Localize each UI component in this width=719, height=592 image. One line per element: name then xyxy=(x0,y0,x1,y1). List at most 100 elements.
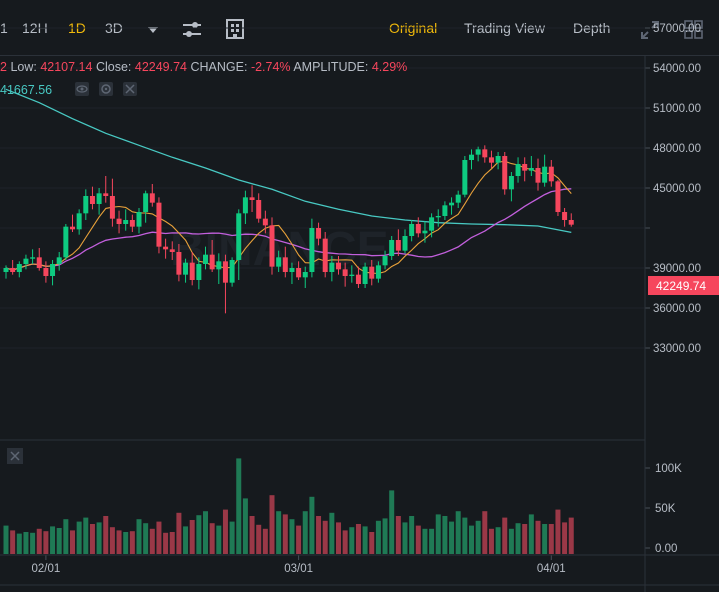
candle xyxy=(442,201,448,220)
eye-icon[interactable] xyxy=(75,82,89,96)
volume-bar xyxy=(16,533,22,554)
volume-bar xyxy=(109,527,115,554)
volume-bar xyxy=(362,526,368,554)
price-tick-label: 45000.00 xyxy=(653,183,701,195)
candle xyxy=(96,188,102,215)
volume-bar xyxy=(515,523,521,554)
candle xyxy=(36,248,42,271)
volume-bar xyxy=(535,520,541,554)
candle xyxy=(50,260,56,286)
volume-bar xyxy=(63,519,69,554)
candle xyxy=(43,261,49,283)
volume-bar xyxy=(262,528,268,554)
close-label: Close: xyxy=(95,60,132,74)
candle xyxy=(522,157,528,182)
volume-bar xyxy=(169,532,175,554)
volume-bar xyxy=(302,511,308,554)
volume-bar xyxy=(349,527,355,554)
volume-bar xyxy=(183,526,189,554)
candle xyxy=(495,152,501,170)
volume-bar xyxy=(475,520,481,554)
candle xyxy=(222,254,228,314)
volume-bar xyxy=(209,523,215,554)
volume-bar xyxy=(355,524,361,554)
volume-bar xyxy=(276,511,282,554)
candle xyxy=(535,158,541,191)
volume-bar xyxy=(289,519,295,554)
volume-bar xyxy=(216,525,222,554)
ohlc-stats: 2 Low: 42107.14 Close: 42249.74 CHANGE: … xyxy=(0,60,407,74)
volume-bar xyxy=(83,517,89,554)
candle xyxy=(89,186,95,210)
ma-value: 41667.56 xyxy=(0,83,53,97)
volume-bar xyxy=(508,528,514,554)
candle xyxy=(508,172,514,202)
volume-bar xyxy=(50,526,56,554)
candle xyxy=(83,189,89,220)
volume-bar xyxy=(143,523,149,554)
change-label: CHANGE: xyxy=(190,60,248,74)
volume-bar xyxy=(129,531,135,554)
price-tick-label: 57000.00 xyxy=(653,23,701,35)
volume-bar xyxy=(449,521,455,554)
candle xyxy=(322,232,328,278)
candle xyxy=(555,180,561,216)
volume-bar xyxy=(96,522,102,554)
candle xyxy=(488,150,494,168)
volume-bar xyxy=(136,519,142,554)
candle xyxy=(3,265,9,279)
candle xyxy=(462,156,468,198)
candle xyxy=(109,178,115,227)
candle xyxy=(242,190,248,224)
candle xyxy=(568,213,574,227)
close-value: 42249.74 xyxy=(134,60,188,74)
low-value: 42107.14 xyxy=(40,60,93,74)
price-tick-label: 54000.00 xyxy=(653,63,701,75)
candle xyxy=(475,146,481,162)
volume-bar xyxy=(482,511,488,554)
stat-partial: 2 xyxy=(0,60,7,74)
settings-icon[interactable] xyxy=(99,82,113,96)
volume-bar xyxy=(282,514,288,554)
candle xyxy=(548,160,554,187)
candle xyxy=(429,213,435,238)
candle xyxy=(562,208,568,227)
close-icon[interactable] xyxy=(123,82,137,96)
candle xyxy=(156,197,162,254)
volume-bar xyxy=(402,522,408,554)
volume-bar xyxy=(89,524,95,554)
volume-bar xyxy=(422,528,428,554)
volume-bar xyxy=(196,515,202,554)
volume-bar xyxy=(462,517,468,554)
volume-bar xyxy=(382,518,388,554)
volume-tick-label: 100K xyxy=(655,463,682,475)
candle xyxy=(229,257,235,287)
time-tick-label: 04/01 xyxy=(537,563,566,575)
volume-bar xyxy=(242,498,248,554)
volume-bar xyxy=(189,520,195,554)
last-price-label: 42249.74 xyxy=(656,279,706,293)
candle xyxy=(502,152,508,195)
volume-bar xyxy=(502,517,508,554)
volume-bar xyxy=(56,528,62,554)
volume-bar xyxy=(389,490,395,554)
volume-bar xyxy=(542,524,548,554)
volume-bar xyxy=(30,532,36,554)
volume-bar xyxy=(156,521,162,554)
volume-bar xyxy=(229,521,235,554)
volume-bar xyxy=(548,524,554,554)
volume-bar xyxy=(375,520,381,554)
volume-bar xyxy=(236,458,242,554)
candle xyxy=(163,238,169,259)
ma-row: 41667.56 xyxy=(0,83,52,97)
price-tick-label: 33000.00 xyxy=(653,343,701,355)
candle xyxy=(129,214,135,232)
volume-bar xyxy=(562,522,568,554)
volume-bar xyxy=(163,532,169,554)
candle xyxy=(143,190,149,223)
volume-bar xyxy=(522,524,528,554)
candle xyxy=(528,156,534,176)
volume-bar xyxy=(23,532,29,554)
candle xyxy=(409,220,415,242)
candle xyxy=(16,261,22,278)
